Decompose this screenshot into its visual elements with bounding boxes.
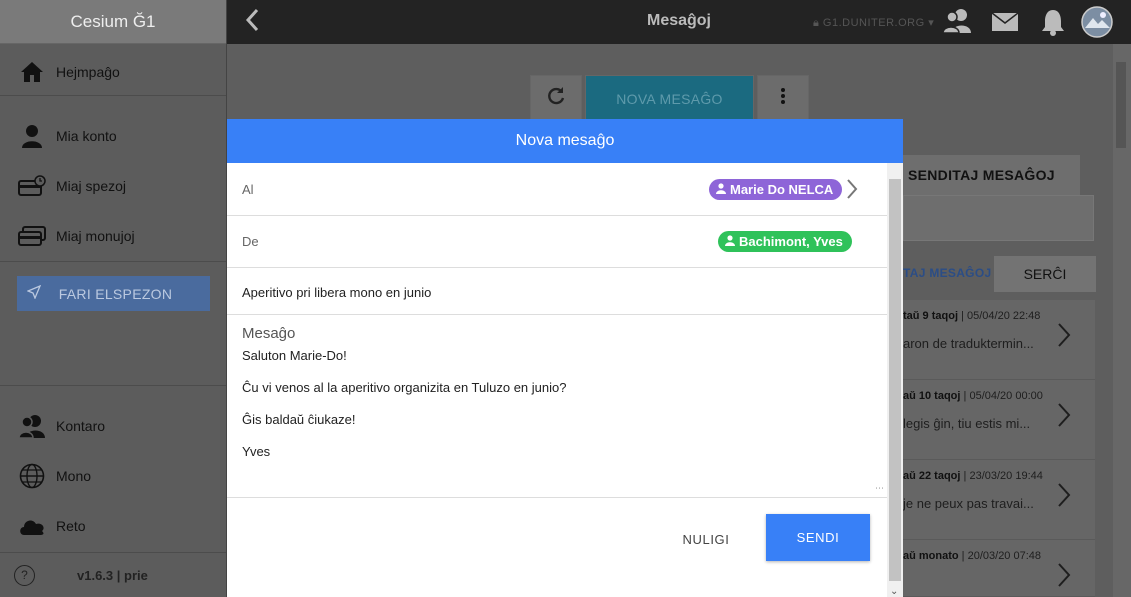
transfer-button[interactable]: FARI ELSPEZON xyxy=(17,276,210,311)
sidebar-item-label: Hejmpaĝo xyxy=(56,64,120,80)
sender-row: De Bachimont, Yves xyxy=(227,216,887,268)
mail-icon[interactable] xyxy=(991,12,1019,37)
cloud-icon xyxy=(18,514,46,538)
message-line: Yves xyxy=(242,444,271,459)
message-line: Saluton Marie-Do! xyxy=(242,348,347,363)
node-label: G1.DUNITER.ORG xyxy=(822,17,925,29)
message-age: aŭ 22 taqoj xyxy=(903,470,961,482)
message-date: 05/04/20 00:00 xyxy=(969,390,1043,402)
message-age: taŭ 9 taqoj xyxy=(903,310,959,322)
user-icon xyxy=(18,124,46,148)
refresh-button[interactable] xyxy=(530,75,582,122)
tab-my-messages[interactable]: TAJ MESAĜOJ xyxy=(903,266,991,280)
dialog-scrollbar[interactable]: ⌄ xyxy=(887,163,903,597)
sender-chip: Bachimont, Yves xyxy=(718,231,852,252)
tab-sent-messages[interactable]: SENDITAJ MESAĜOJ xyxy=(903,155,1080,195)
cancel-button[interactable]: NULIGI xyxy=(667,524,745,554)
message-age: aŭ 10 taqoj xyxy=(903,390,961,402)
scrollbar-thumb[interactable] xyxy=(1116,62,1126,148)
sidebar-item-transactions[interactable]: Miaj spezoj xyxy=(0,161,226,211)
message-line: Ĉu vi venos al la aperitivo organizita e… xyxy=(242,380,567,395)
sidebar-item-label: Reto xyxy=(56,518,86,534)
new-message-button[interactable]: NOVA MESAĜO xyxy=(585,75,754,122)
home-icon xyxy=(18,60,46,84)
person-icon xyxy=(716,182,726,197)
send-icon xyxy=(26,284,42,302)
list-item[interactable]: aŭ 22 taqoj | 23/03/20 19:44 je ne peux … xyxy=(903,460,1095,540)
sidebar-footer: ? v1.6.3 | prie xyxy=(0,552,226,597)
sidebar-item-label: Miaj monujoj xyxy=(56,228,135,244)
sidebar-item-account[interactable]: Mia konto xyxy=(0,111,226,161)
message-preview: je ne peux pas travai... xyxy=(903,496,1034,511)
search-button[interactable]: SERĈI xyxy=(994,256,1096,292)
dialog-title: Nova mesaĝo xyxy=(227,119,903,163)
scrollbar-thumb[interactable] xyxy=(889,179,901,581)
new-message-dialog: Nova mesaĝo Al Marie Do NELCA De Bachimo… xyxy=(227,119,903,597)
people-icon xyxy=(18,414,46,438)
transfer-button-label: FARI ELSPEZON xyxy=(58,285,173,302)
sidebar-item-network[interactable]: Reto xyxy=(0,501,226,551)
version-label: v1.6.3 | prie xyxy=(77,567,148,583)
sidebar-item-label: Mono xyxy=(56,468,92,484)
wallets-icon xyxy=(18,224,46,248)
message-body-label: Mesaĝo xyxy=(242,325,296,342)
sender-name: Bachimont, Yves xyxy=(739,234,843,249)
avatar[interactable] xyxy=(1081,6,1113,43)
from-label: De xyxy=(242,234,259,249)
search-input[interactable] xyxy=(903,195,1094,241)
people-icon[interactable] xyxy=(942,8,972,39)
to-label: Al xyxy=(242,182,254,197)
send-button[interactable]: SENDI xyxy=(766,514,870,561)
chevron-right-icon xyxy=(1057,482,1071,515)
message-body-field[interactable]: ⋯ xyxy=(227,315,887,498)
page-scrollbar[interactable] xyxy=(1113,44,1131,597)
refresh-icon xyxy=(546,86,566,111)
globe-icon xyxy=(18,463,46,489)
message-line: Ĝis baldaŭ ĉiukaze! xyxy=(242,412,356,427)
resize-handle-icon[interactable]: ⋯ xyxy=(875,483,884,494)
sidebar: Cesium Ğ1 Hejmpaĝo Mia konto Miaj spezoj… xyxy=(0,0,227,597)
recipient-row[interactable]: Al Marie Do NELCA xyxy=(227,163,887,216)
message-preview: legis ĝin, tiu estis mi... xyxy=(903,416,1031,431)
chevron-right-icon[interactable] xyxy=(846,178,858,205)
node-selector[interactable]: 🔒︎ G1.DUNITER.ORG ▾ xyxy=(813,16,934,30)
list-item[interactable]: aŭ 10 taqoj | 05/04/20 00:00 legis ĝin, … xyxy=(903,380,1095,460)
message-age: aŭ monato xyxy=(903,550,959,562)
message-preview: aron de traduktermin... xyxy=(903,336,1034,351)
sidebar-item-label: Miaj spezoj xyxy=(56,178,127,194)
message-date: 20/03/20 07:48 xyxy=(967,550,1042,562)
sidebar-item-currency[interactable]: Mono xyxy=(0,451,226,501)
chevron-right-icon xyxy=(1057,322,1071,355)
sidebar-item-label: Kontaro xyxy=(56,418,106,434)
sidebar-item-home[interactable]: Hejmpaĝo xyxy=(0,47,226,97)
chevron-right-icon xyxy=(1057,562,1071,595)
help-icon[interactable]: ? xyxy=(14,564,35,586)
recipient-name: Marie Do NELCA xyxy=(730,182,834,197)
more-options-button[interactable] xyxy=(757,75,809,122)
sidebar-item-wallets[interactable]: Miaj monujoj xyxy=(0,211,226,261)
subject-field[interactable]: Aperitivo pri libera mono en junio xyxy=(227,268,887,315)
more-vertical-icon xyxy=(780,87,786,110)
wallet-history-icon xyxy=(18,174,46,198)
lock-icon: 🔒︎ xyxy=(813,17,820,29)
chevron-right-icon xyxy=(1057,402,1071,435)
message-date: 05/04/20 22:48 xyxy=(967,310,1041,322)
bell-icon[interactable] xyxy=(1041,8,1065,41)
sidebar-item-registry[interactable]: Kontaro xyxy=(0,401,226,451)
scroll-down-icon[interactable]: ⌄ xyxy=(890,586,898,597)
top-bar: Mesaĝoj 🔒︎ G1.DUNITER.ORG ▾ xyxy=(227,0,1131,44)
list-item[interactable]: taŭ 9 taqoj | 05/04/20 22:48 aron de tra… xyxy=(903,300,1095,380)
message-date: 23/03/20 19:44 xyxy=(969,470,1043,482)
list-item[interactable]: aŭ monato | 20/03/20 07:48 xyxy=(903,540,1095,597)
recipient-chip[interactable]: Marie Do NELCA xyxy=(709,179,843,200)
sidebar-item-label: Mia konto xyxy=(56,128,117,144)
person-icon xyxy=(725,234,735,249)
app-title: Cesium Ğ1 xyxy=(0,0,226,44)
caret-down-icon: ▾ xyxy=(928,17,935,29)
subject-value: Aperitivo pri libera mono en junio xyxy=(242,285,432,300)
